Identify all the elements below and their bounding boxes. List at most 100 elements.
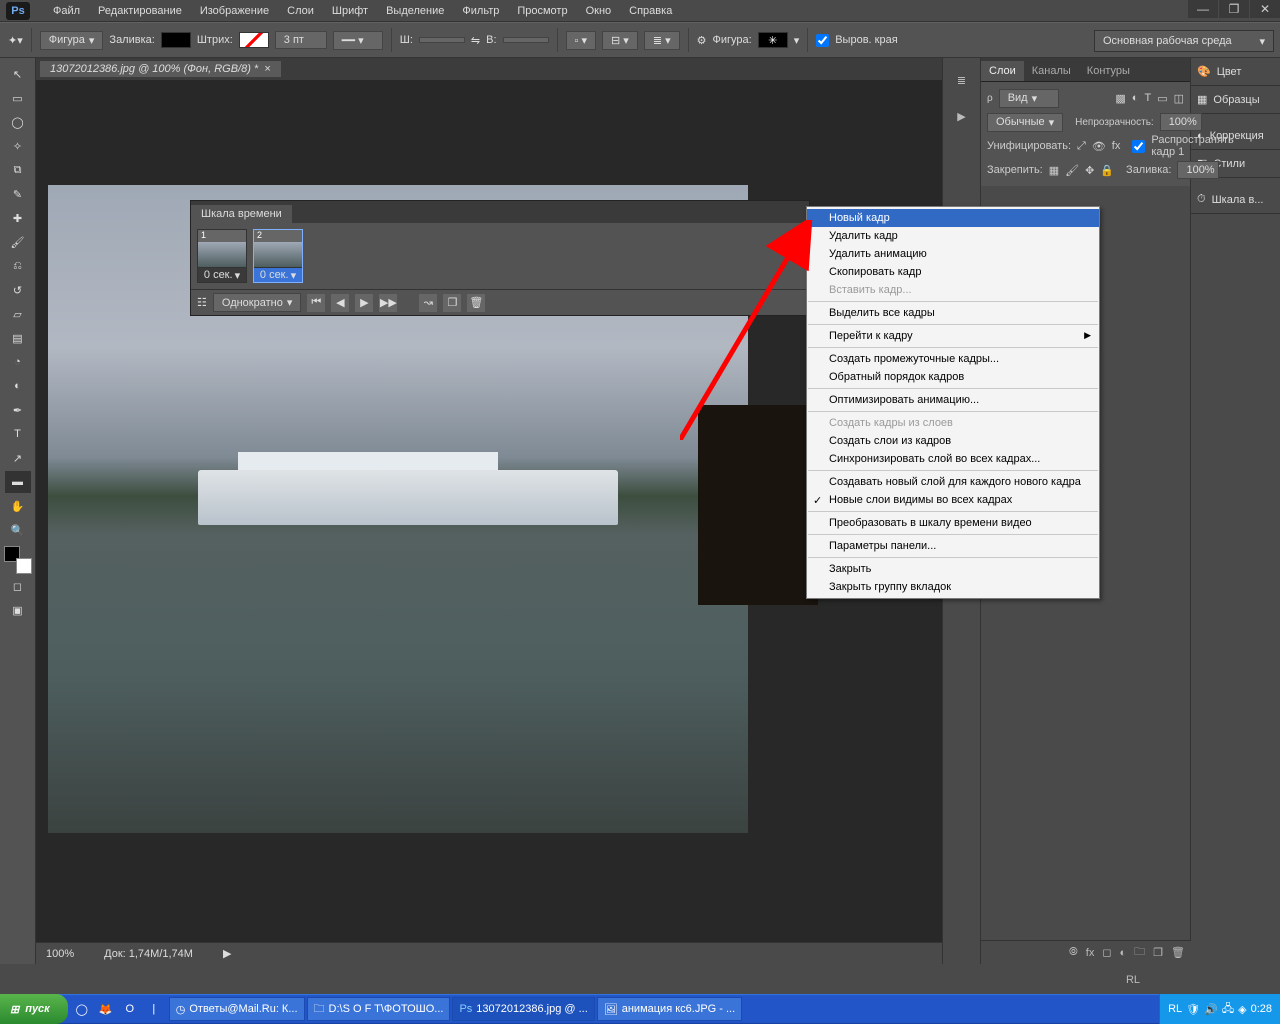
menu-window[interactable]: Окно [577, 2, 621, 20]
chrome-icon[interactable]: ◯ [72, 999, 92, 1019]
width-field[interactable] [419, 37, 465, 43]
timeline-loop-dropdown[interactable]: Однократно ▾ [213, 293, 302, 312]
stroke-swatch[interactable] [239, 32, 269, 48]
link-wh-icon[interactable]: ⇋ [471, 34, 480, 47]
lock-all-icon[interactable]: 🔒 [1100, 164, 1114, 177]
doc-tab[interactable]: 13072012386.jpg @ 100% (Фон, RGB/8) *× [40, 61, 281, 77]
opacity-field[interactable]: 100% [1160, 113, 1202, 131]
workspace-switcher[interactable]: Основная рабочая среда▾ [1094, 30, 1274, 52]
tray-app-icon[interactable]: ◈ [1238, 1003, 1246, 1016]
context-menu-item[interactable]: Новый кадр [807, 209, 1099, 227]
context-menu-item[interactable]: Новые слои видимы во всех кадрах [807, 491, 1099, 509]
unify-vis-icon[interactable]: 👁 [1092, 140, 1106, 153]
menu-view[interactable]: Просмотр [508, 2, 576, 20]
trash-icon[interactable]: 🗑 [1171, 946, 1185, 959]
context-menu-item[interactable]: Выделить все кадры [807, 304, 1099, 322]
height-field[interactable] [503, 37, 549, 43]
link-layers-icon[interactable]: ⦾ [1069, 946, 1078, 959]
filter-smart-icon[interactable]: ◫ [1174, 92, 1184, 105]
timeline-panel-btn[interactable]: ⏱Шкала в... [1191, 186, 1280, 214]
dodge-tool-icon[interactable]: ◐ [5, 375, 31, 397]
move-tool-icon[interactable]: ↖ [5, 63, 31, 85]
blend-mode-dropdown[interactable]: Обычные ▾ [987, 113, 1063, 132]
new-layer-icon[interactable]: ❐ [1153, 946, 1163, 959]
tray-volume-icon[interactable]: 🔊 [1204, 1003, 1218, 1016]
opera-icon[interactable]: O [120, 999, 140, 1019]
context-menu-item[interactable]: Преобразовать в шкалу времени видео [807, 514, 1099, 532]
context-menu-item[interactable]: Удалить анимацию [807, 245, 1099, 263]
crop-tool-icon[interactable]: ⧉ [5, 159, 31, 181]
taskbar-item-2[interactable]: Ps13072012386.jpg @ ... [452, 997, 594, 1021]
context-menu-item[interactable]: Создавать новый слой для каждого нового … [807, 473, 1099, 491]
channels-tab[interactable]: Каналы [1024, 61, 1079, 81]
tray-net-icon[interactable]: 🖧 [1222, 1000, 1234, 1019]
path-select-icon[interactable]: ↗ [5, 447, 31, 469]
stroke-width[interactable]: 3 пт [275, 31, 327, 49]
fill-swatch[interactable] [161, 32, 191, 48]
filter-type-icon[interactable]: T [1144, 92, 1151, 104]
shape-dropdown[interactable]: Фигура ▾ [40, 31, 104, 50]
filter-pixel-icon[interactable]: ▩ [1115, 92, 1125, 105]
path-op[interactable]: ▫ ▾ [566, 31, 596, 50]
play-button[interactable]: ▶ [355, 294, 373, 312]
gear-icon[interactable]: ⚙ [697, 34, 707, 47]
filter-shape-icon[interactable]: ▭ [1157, 92, 1167, 105]
history-brush-icon[interactable]: ↺ [5, 279, 31, 301]
menu-image[interactable]: Изображение [191, 2, 278, 20]
color-panel-btn[interactable]: 🎨Цвет [1191, 58, 1280, 86]
unify-style-icon[interactable]: fx [1112, 140, 1121, 152]
wand-tool-icon[interactable]: ✧ [5, 135, 31, 157]
fill-field[interactable]: 100% [1177, 161, 1219, 179]
shape-tool-icon[interactable]: ▬ [5, 471, 31, 493]
timeline-frame-2[interactable]: 2 0 сек.▾ [253, 229, 303, 283]
align[interactable]: ⊟ ▾ [602, 31, 638, 50]
tween-button[interactable]: ↝ [419, 294, 437, 312]
custom-shape-picker[interactable]: ✳ [758, 32, 788, 48]
gradient-tool-icon[interactable]: ▤ [5, 327, 31, 349]
close-button[interactable]: ✕ [1250, 0, 1280, 18]
context-menu-item[interactable]: Перейти к кадру [807, 327, 1099, 345]
timeline-tab[interactable]: Шкала времени [191, 205, 292, 223]
heal-tool-icon[interactable]: ✚ [5, 207, 31, 229]
context-menu-item[interactable]: Оптимизировать анимацию... [807, 391, 1099, 409]
quickmask-icon[interactable]: ◻ [5, 575, 31, 597]
new-frame-button[interactable]: ❐ [443, 294, 461, 312]
start-button[interactable]: ⊞ пуск [0, 994, 68, 1024]
next-frame-button[interactable]: ▶▶ [379, 294, 397, 312]
taskbar-item-0[interactable]: ◷Ответы@Mail.Ru: К... [169, 997, 305, 1021]
paths-tab[interactable]: Контуры [1079, 61, 1138, 81]
lock-paint-icon[interactable]: 🖌 [1065, 164, 1079, 177]
menu-layer[interactable]: Слои [278, 2, 323, 20]
menu-edit[interactable]: Редактирование [89, 2, 191, 20]
layers-tab[interactable]: Слои [981, 61, 1024, 81]
context-menu-item[interactable]: Закрыть группу вкладок [807, 578, 1099, 596]
context-menu-item[interactable]: Удалить кадр [807, 227, 1099, 245]
minimize-button[interactable]: — [1188, 0, 1218, 18]
zoom-tool-icon[interactable]: 🔍 [5, 519, 31, 541]
eraser-tool-icon[interactable]: ▱ [5, 303, 31, 325]
propagate-checkbox[interactable] [1132, 140, 1145, 153]
context-menu-item[interactable]: Параметры панели... [807, 537, 1099, 555]
taskbar-item-1[interactable]: 🗀D:\S O F T\ФОТОШО... [307, 997, 451, 1021]
tray-clock[interactable]: 0:28 [1251, 1003, 1272, 1015]
lasso-tool-icon[interactable]: ◯ [5, 111, 31, 133]
zoom-field[interactable]: 100% [46, 948, 74, 960]
lang-tray[interactable]: RL [1168, 1003, 1182, 1015]
firefox-icon[interactable]: 🦊 [96, 999, 116, 1019]
actions-dock-icon[interactable]: ▶ [948, 104, 976, 128]
marquee-tool-icon[interactable]: ▭ [5, 87, 31, 109]
tl-loop-icon[interactable]: ☷ [197, 296, 207, 309]
stroke-style[interactable]: ━━ ▾ [333, 31, 383, 50]
align-edges-checkbox[interactable] [816, 34, 829, 47]
taskbar-item-3[interactable]: 🖼анимация кс6.JPG - ... [597, 997, 742, 1021]
context-menu-item[interactable]: Синхронизировать слой во всех кадрах... [807, 450, 1099, 468]
filter-adjust-icon[interactable]: ◐ [1132, 92, 1139, 104]
tray-shield-icon[interactable]: 🛡 [1186, 1003, 1200, 1016]
adjust-layer-icon[interactable]: ◐ [1120, 947, 1127, 959]
prev-frame-button[interactable]: ◀ [331, 294, 349, 312]
swatches-panel-btn[interactable]: ▦Образцы [1191, 86, 1280, 114]
first-frame-button[interactable]: ⏮ [307, 294, 325, 312]
menu-type[interactable]: Шрифт [323, 2, 377, 20]
arrange[interactable]: ≣ ▾ [644, 31, 680, 50]
menu-help[interactable]: Справка [620, 2, 681, 20]
